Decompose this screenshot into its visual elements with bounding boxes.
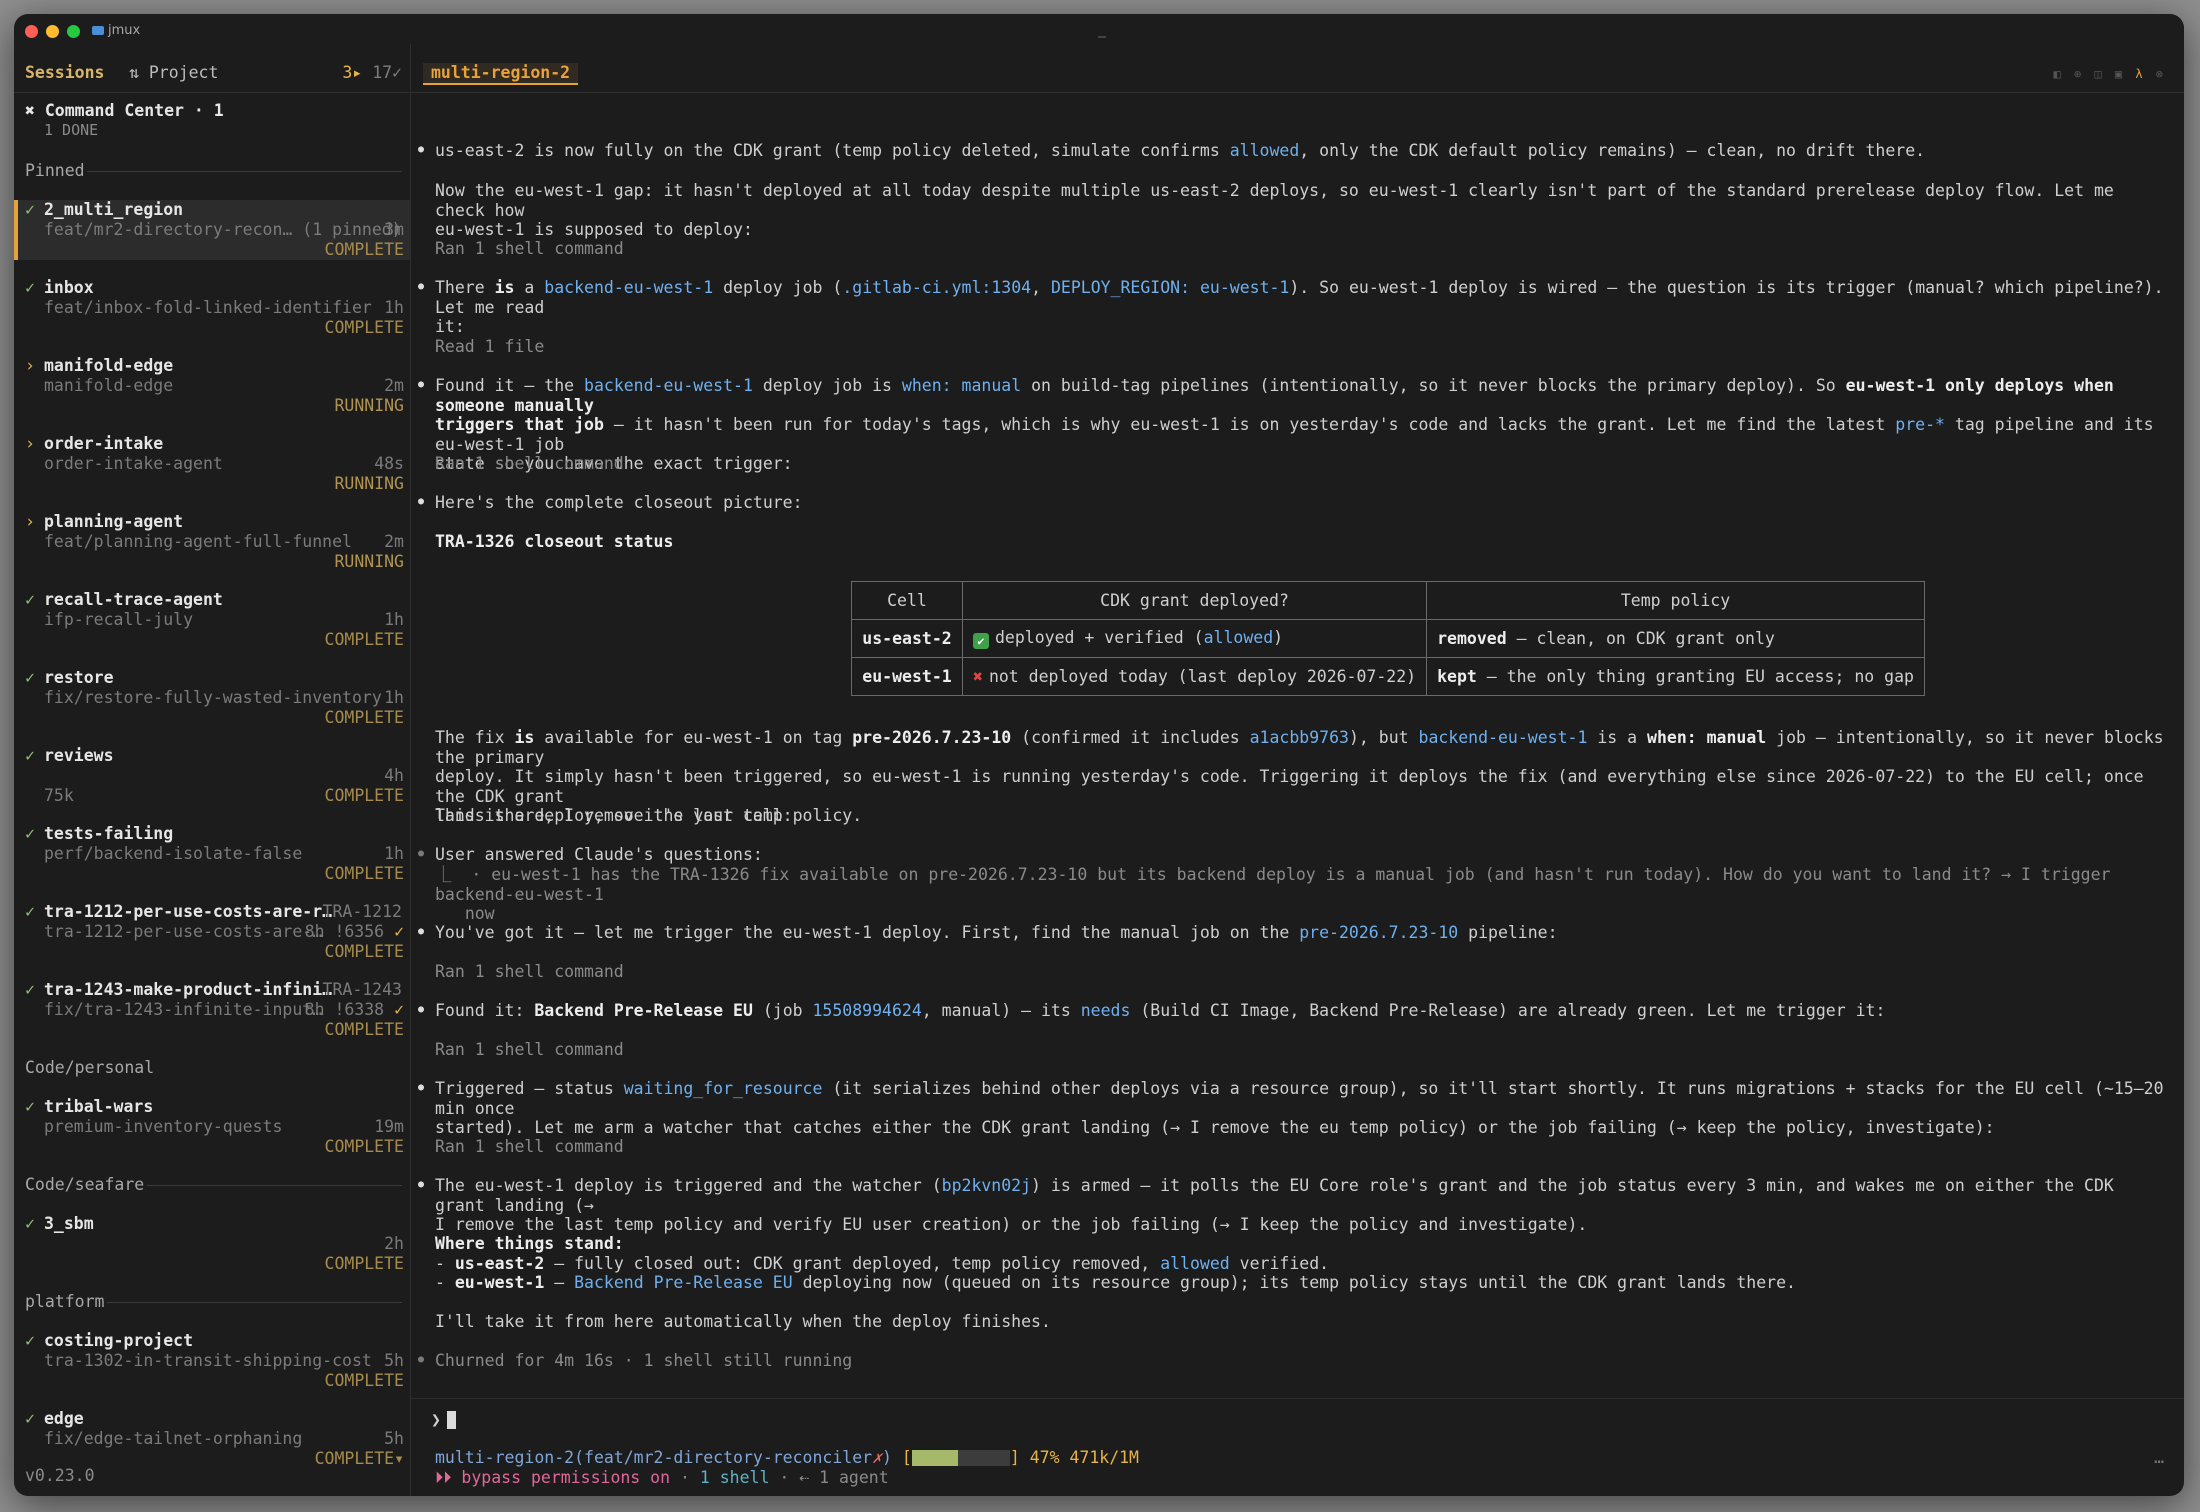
session-item[interactable]: › planning-agent feat/planning-agent-ful… xyxy=(14,512,410,572)
message: Triggered — status waiting_for_resource … xyxy=(418,1078,2165,1138)
message: This is a deploy, so it's your call: xyxy=(435,806,793,825)
table-cell: ✔ deployed + verified (allowed) xyxy=(961,619,1428,658)
session-item[interactable]: ✓ restore fix/restore-fully-wasted-inven… xyxy=(14,668,410,728)
cross-icon: ✖ xyxy=(973,666,983,686)
session-item[interactable]: ✓ costing-project tra-1302-in-transit-sh… xyxy=(14,1331,410,1391)
shell-count[interactable]: 1 shell xyxy=(700,1468,770,1487)
pane-controls[interactable]: ◧ ⊕ ◫ ▣ λ ⊗ xyxy=(2054,65,2166,85)
session-item[interactable]: ✓ tra-1212-per-use-costs-are-r… TRA-1212… xyxy=(14,902,410,962)
tool-call[interactable]: Ran 1 shell command xyxy=(435,1137,2165,1157)
prompt-caret: ❯ xyxy=(431,1410,441,1429)
group-pinned: Pinned xyxy=(25,161,410,181)
tool-call[interactable]: Read 1 file xyxy=(435,337,2165,357)
table-header-row: Cell CDK grant deployed? Temp policy xyxy=(851,581,1925,620)
table-row: eu-west-1 ✖ not deployed today (last depl… xyxy=(851,657,1925,696)
session-item[interactable]: ✓ reviews 4h 75k COMPLETE xyxy=(14,746,410,806)
table-cell: eu-west-1 xyxy=(851,657,963,696)
permissions-mode[interactable]: ⏵⏵ bypass permissions on xyxy=(435,1468,670,1487)
mode-line: ⏵⏵ bypass permissions on · 1 shell · ⇠ 1… xyxy=(435,1468,889,1487)
session-item[interactable]: ✓ tribal-wars premium-inventory-quests 1… xyxy=(14,1097,410,1157)
drag-handle[interactable] xyxy=(1098,36,1106,38)
maximize-window-button[interactable] xyxy=(67,25,80,38)
message: User answered Claude's questions: xyxy=(418,844,2165,865)
tab-project[interactable]: ⇅ Project xyxy=(129,63,218,83)
session-item[interactable]: › order-intake order-intake-agent 48s RU… xyxy=(14,434,410,494)
message: You've got it — let me trigger the eu-we… xyxy=(418,922,2165,943)
folder-icon xyxy=(92,26,104,35)
prompt-divider xyxy=(411,1398,2184,1399)
table-cell: kept — the only thing granting EU access… xyxy=(1426,657,1925,696)
table-cell: ✖ not deployed today (last deploy 2026-07… xyxy=(961,657,1428,696)
terminal-window: jmux Sessions ⇅ Project 3▸ 17✓ ✖ Command… xyxy=(14,14,2184,1496)
message: us-east-2 is now fully on the CDK grant … xyxy=(418,140,2165,161)
message: There is a backend-eu-west-1 deploy job … xyxy=(418,277,2165,337)
tool-call[interactable]: Ran 1 shell command xyxy=(435,454,2165,474)
session-item[interactable]: ✓ tra-1243-make-product-infini… TRA-1243… xyxy=(14,980,410,1040)
tool-call[interactable]: Ran 1 shell command xyxy=(435,962,2165,982)
message: The eu-west-1 deploy is triggered and th… xyxy=(418,1175,2165,1235)
minimize-window-button[interactable] xyxy=(46,25,59,38)
session-item[interactable]: ✓ edge fix/edge-tailnet-orphaning 5h COM… xyxy=(14,1409,410,1469)
agent-count[interactable]: ⇠ 1 agent xyxy=(799,1468,888,1487)
table-header: Cell xyxy=(851,581,963,620)
sidebar-header-divider xyxy=(14,92,410,93)
app-version: v0.23.0 xyxy=(25,1466,95,1485)
message: Here's the complete closeout picture: xyxy=(418,492,2165,513)
context-meter-fill xyxy=(911,1450,958,1466)
tool-call[interactable]: Ran 1 shell command xyxy=(435,1040,2165,1060)
title-bar: jmux xyxy=(14,14,2184,44)
tool-call[interactable]: Ran 1 shell command xyxy=(435,239,2165,259)
group-code-personal: Code/personal xyxy=(25,1058,155,1077)
session-item[interactable]: ✓ 2_multi_region feat/mr2-directory-reco… xyxy=(14,200,410,260)
app-title: jmux xyxy=(92,21,140,41)
table-cell: us-east-2 xyxy=(851,619,963,658)
more-icon[interactable]: … xyxy=(2154,1448,2164,1468)
table-header: CDK grant deployed? xyxy=(961,581,1428,620)
closeout-table: Cell CDK grant deployed? Temp policy us-… xyxy=(851,581,1925,696)
tab-sessions[interactable]: Sessions xyxy=(25,63,104,83)
status-line: multi-region-2(feat/mr2-directory-reconc… xyxy=(435,1448,1139,1467)
session-item[interactable]: ✓ inbox feat/inbox-fold-linked-identifie… xyxy=(14,278,410,338)
session-item[interactable]: ✓ 3_sbm 2h COMPLETE xyxy=(14,1214,410,1274)
group-platform: platform xyxy=(25,1292,410,1312)
message: Now the eu-west-1 gap: it hasn't deploye… xyxy=(435,181,2114,240)
prompt-input[interactable] xyxy=(447,1411,456,1429)
tab-multi-region-2[interactable]: multi-region-2 xyxy=(423,63,579,85)
group-code-seafare: Code/seafare xyxy=(25,1175,410,1195)
tab-divider xyxy=(411,92,2184,93)
close-window-button[interactable] xyxy=(25,25,38,38)
session-counts: 3▸ 17✓ xyxy=(342,63,402,82)
session-item[interactable]: ✓ tests-failing perf/backend-isolate-fal… xyxy=(14,824,410,884)
sessions-sidebar: Sessions ⇅ Project 3▸ 17✓ ✖ Command Cent… xyxy=(14,44,410,1496)
table-header: Temp policy xyxy=(1426,581,1925,620)
message: Where things stand: - us-east-2 — fully … xyxy=(435,1234,1796,1293)
command-center[interactable]: ✖ Command Center · 1 1 DONE xyxy=(25,101,224,139)
section-heading: TRA-1326 closeout status xyxy=(435,532,674,551)
message: Found it: Backend Pre-Release EU (job 15… xyxy=(418,1000,2165,1021)
context-meter xyxy=(911,1450,1010,1466)
selection-indicator xyxy=(14,200,18,260)
check-icon: ✔ xyxy=(973,633,989,649)
session-pane: multi-region-2 ◧ ⊕ ◫ ▣ λ ⊗ us-east-2 is … xyxy=(411,44,2184,1496)
activity-status: Churned for 4m 16s · 1 shell still runni… xyxy=(418,1350,2165,1371)
table-cell: removed — clean, on CDK grant only xyxy=(1426,619,1925,658)
sidebar-header: Sessions ⇅ Project 3▸ 17✓ xyxy=(25,63,410,83)
table-row: us-east-2 ✔ deployed + verified (allowed)… xyxy=(851,619,1925,658)
session-item[interactable]: › manifold-edge manifold-edge 2m RUNNING xyxy=(14,356,410,416)
session-item[interactable]: ✓ recall-trace-agent ifp-recall-july 1h … xyxy=(14,590,410,650)
question-answer: ⎿ · eu-west-1 has the TRA-1326 fix avail… xyxy=(435,865,2111,924)
message: I'll take it from here automatically whe… xyxy=(435,1312,1051,1331)
